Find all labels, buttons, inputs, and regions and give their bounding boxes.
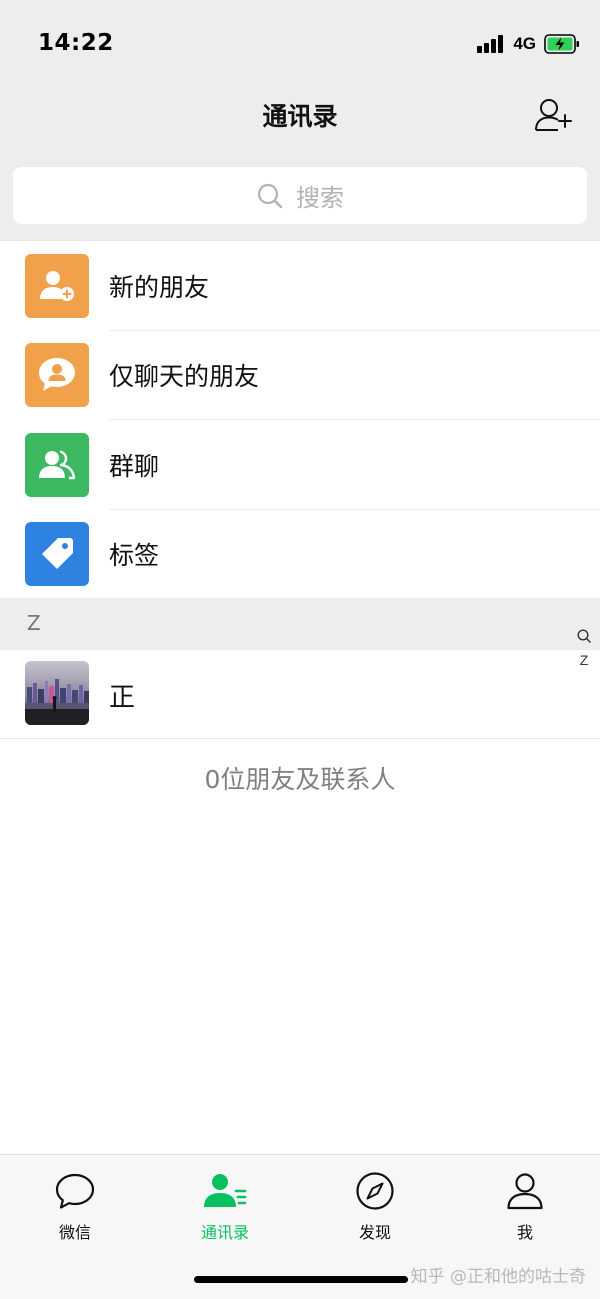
contact-name: 正 [109, 683, 136, 713]
city-night-photo [25, 661, 89, 725]
list-item-label: 群聊 [109, 451, 160, 481]
tab-chats[interactable]: 微信 [25, 1169, 125, 1249]
contacts-icon [203, 1169, 247, 1213]
status-time: 14:22 [38, 30, 114, 56]
battery-icon [544, 34, 579, 54]
function-list: 新的朋友 仅聊天的朋友 群聊 标签 [0, 240, 600, 599]
add-contact-icon [535, 99, 572, 131]
tab-label: 发现 [358, 1223, 391, 1242]
list-item-new-friends[interactable]: 新的朋友 [0, 241, 600, 331]
home-indicator [194, 1276, 408, 1283]
new-friend-icon [25, 253, 89, 318]
compass-icon [353, 1169, 397, 1213]
search-placeholder: 搜索 [296, 184, 344, 212]
chat-only-friend-icon [25, 343, 89, 408]
tab-label: 微信 [58, 1223, 91, 1242]
person-icon [503, 1169, 547, 1213]
tab-me[interactable]: 我 [475, 1169, 575, 1249]
list-item-label: 新的朋友 [109, 272, 210, 302]
tab-discover[interactable]: 发现 [325, 1169, 425, 1249]
contact-row[interactable]: 正 [0, 650, 600, 739]
alphabet-index: Z [572, 628, 596, 668]
network-label: 4G [513, 34, 536, 53]
list-item-group-chats[interactable]: 群聊 [0, 420, 600, 510]
index-letter[interactable]: Z [580, 652, 589, 668]
status-indicators: 4G [477, 33, 580, 55]
page-title: 通讯录 [262, 102, 338, 131]
signal-icon [477, 35, 505, 53]
search-input[interactable]: 搜索 [13, 167, 587, 224]
list-item-tags[interactable]: 标签 [0, 510, 600, 600]
list-item-label: 标签 [109, 541, 160, 571]
add-friend-button[interactable] [532, 96, 576, 134]
section-letter: Z [27, 611, 41, 635]
contact-count: 0位朋友及联系人 [204, 765, 396, 794]
tab-label: 通讯录 [200, 1223, 249, 1242]
list-item-chat-only-friends[interactable]: 仅聊天的朋友 [0, 331, 600, 420]
tab-contacts[interactable]: 通讯录 [175, 1169, 275, 1249]
avatar [25, 661, 89, 725]
status-bar: 14:22 4G [0, 0, 600, 88]
index-search-icon[interactable] [576, 628, 592, 644]
watermark: 知乎 @正和他的咕士奇 [410, 1267, 586, 1287]
search-icon [256, 182, 284, 210]
group-chat-icon [25, 432, 89, 497]
list-item-label: 仅聊天的朋友 [109, 362, 260, 392]
tab-label: 我 [516, 1223, 533, 1242]
section-header: Z [0, 598, 600, 650]
tag-icon [25, 522, 89, 587]
chat-bubble-icon [53, 1169, 97, 1213]
